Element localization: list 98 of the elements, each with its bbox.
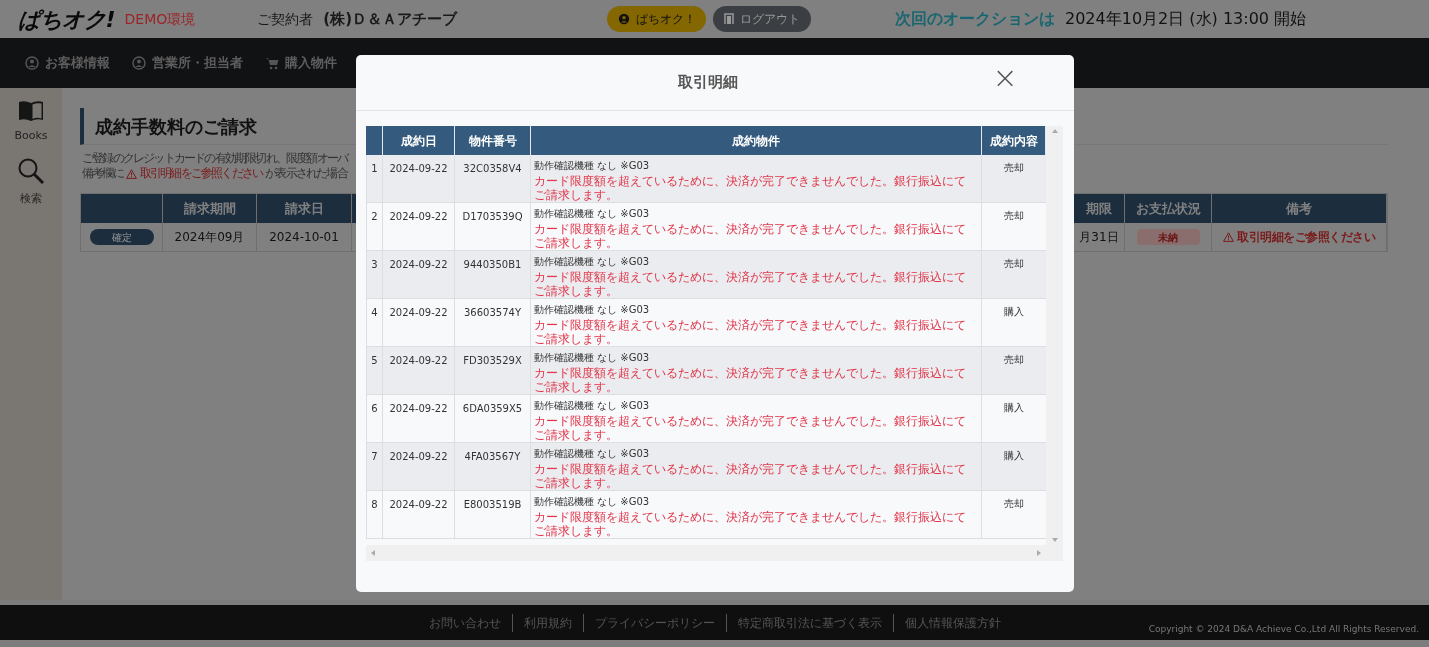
column-header: 期限 [1086,199,1112,218]
warning-icon [1223,232,1234,242]
scroll-up-icon[interactable] [1051,128,1058,134]
item-name: 動作確認機種 なし ※G03 [534,303,650,317]
notice-text: が表示された場合 [265,166,347,181]
sidebar-link[interactable]: Books [14,128,48,145]
notice-text: 備考欄に [82,166,123,181]
table-cell-text: 売却 [1004,257,1024,271]
row-number: 6 [371,402,378,416]
contract-name: (株)Ｄ＆Ａアチーブ [323,8,457,30]
footer-link[interactable]: プライバシーポリシー [583,613,727,632]
table-cell-text: 2024-09-22 [389,306,448,320]
next-auction-date: 2024年10月2日 (水) 13:00 開始 [1065,8,1307,30]
table-cell-text: 36603574Y [464,306,521,320]
item-name: 動作確認機種 なし ※G03 [534,399,650,413]
table-cell-text: 4FA03567Y [464,450,521,464]
status-badge: 確定 [89,229,154,245]
table-cell-text: 購入 [1004,305,1024,319]
contract-label: ご契約者 [257,9,314,29]
table-cell-text: E8003519B [463,498,522,512]
item-name: 動作確認機種 なし ※G03 [534,495,650,509]
table-cell-text: D1703539Q [462,210,523,224]
row-number: 2 [371,210,378,224]
logo[interactable]: ぱちオク! [18,2,115,36]
table-cell-text: 売却 [1004,209,1024,223]
user-icon [617,13,630,25]
notice-text: ご登録のクレジットカードの有効期限切れ、限度額オーバ [82,151,348,166]
footer-link[interactable]: お問い合わせ [417,613,513,632]
error-message: カード限度額を超えているために、決済が完了できませんでした。銀行振込にてご請求します。 [534,462,967,490]
footer-link[interactable]: 個人情報保護方針 [893,613,1012,632]
table-cell-text: 9440350B1 [463,258,522,272]
user-icon [25,56,39,70]
footer-link[interactable]: 利用規約 [512,613,584,632]
nav-link[interactable]: 営業所・担当者 [152,53,243,73]
table-cell-text: 32C0358V4 [463,162,522,176]
table-cell-text: 売却 [1004,161,1024,175]
close-button[interactable]: × [992,63,1018,93]
horizontal-scrollbar[interactable] [366,545,1046,561]
member-button[interactable]: ぱちオク！ [607,6,706,32]
note-link[interactable]: 取引明細をご参照ください [1237,228,1375,246]
scroll-down-icon[interactable] [1051,537,1058,543]
footer-link[interactable]: 特定商取引法に基づく表示 [726,613,894,632]
table-cell-text: 2024-09-22 [389,354,448,368]
user-icon [132,56,146,70]
table-cell-text: 2024年09月 [174,229,245,246]
logout-button[interactable]: ログアウト [713,6,811,32]
sidebar-link[interactable]: 検索 [20,190,42,207]
row-number: 5 [371,354,378,368]
error-message: カード限度額を超えているために、決済が完了できませんでした。銀行振込にてご請求します。 [534,318,967,346]
table-cell-text: 6DA0359X5 [462,402,523,416]
scroll-right-icon[interactable] [1036,550,1042,556]
table-cell-text: 2024-09-22 [389,210,448,224]
item-name: 動作確認機種 なし ※G03 [534,207,650,221]
column-header: 請求日 [284,199,324,218]
copyright-text: Copyright © 2024 D&A Achieve Co.,Ltd All Rights Reserved. [1148,622,1419,636]
item-name: 動作確認機種 なし ※G03 [534,255,650,269]
error-message: カード限度額を超えているために、決済が完了できませんでした。銀行振込にてご請求します。 [534,510,967,538]
table-cell-text: 2024-09-22 [389,450,448,464]
column-header: 備考 [1286,199,1312,218]
modal-title: 取引明細 [678,72,738,94]
table-cell-text: 2024-10-01 [269,229,339,246]
row-number: 4 [371,306,378,320]
table-cell-text: 売却 [1004,353,1024,367]
table-cell-text: 売却 [1004,497,1024,511]
row-number: 7 [371,450,378,464]
scroll-left-icon[interactable] [370,550,376,556]
payment-badge: 未納 [1136,229,1200,245]
nav-link[interactable]: お客様情報 [45,53,110,73]
error-message: カード限度額を超えているために、決済が完了できませんでした。銀行振込にてご請求します。 [534,366,967,394]
item-name: 動作確認機種 なし ※G03 [534,447,650,461]
column-header: 請求期間 [183,199,236,218]
search-icon [17,156,45,185]
error-message: カード限度額を超えているために、決済が完了できませんでした。銀行振込にてご請求します。 [534,270,967,298]
table-cell-text: 購入 [1004,401,1024,415]
item-name: 動作確認機種 なし ※G03 [534,351,650,365]
row-number: 3 [371,258,378,272]
row-number: 8 [371,498,378,512]
error-message: カード限度額を超えているために、決済が完了できませんでした。銀行振込にてご請求します。 [534,414,967,442]
table-cell-text: 月31日 [1079,229,1119,246]
env-label: DEMO環境 [124,9,196,29]
error-message: カード限度額を超えているために、決済が完了できませんでした。銀行振込にてご請求します。 [534,222,967,250]
item-name: 動作確認機種 なし ※G03 [534,159,650,173]
nav-link[interactable]: 購入物件 [285,53,337,73]
table-cell-text: 2024-09-22 [389,402,448,416]
error-message: カード限度額を超えているために、決済が完了できませんでした。銀行振込にてご請求します。 [534,174,967,202]
next-auction-label: 次回のオークションは [895,8,1055,30]
table-cell-text: 購入 [1004,449,1024,463]
table-cell-text: 2024-09-22 [389,162,448,176]
door-icon [724,13,734,25]
column-header: お支払状況 [1135,199,1201,218]
book-icon [17,100,45,122]
warning-icon [125,168,137,179]
table-cell-text: 2024-09-22 [389,498,448,512]
table-cell-text: 2024-09-22 [389,258,448,272]
vertical-scrollbar[interactable] [1046,126,1063,561]
cart-icon [265,56,279,70]
row-number: 1 [371,162,378,176]
table-cell-text: FD303529X [463,354,522,368]
